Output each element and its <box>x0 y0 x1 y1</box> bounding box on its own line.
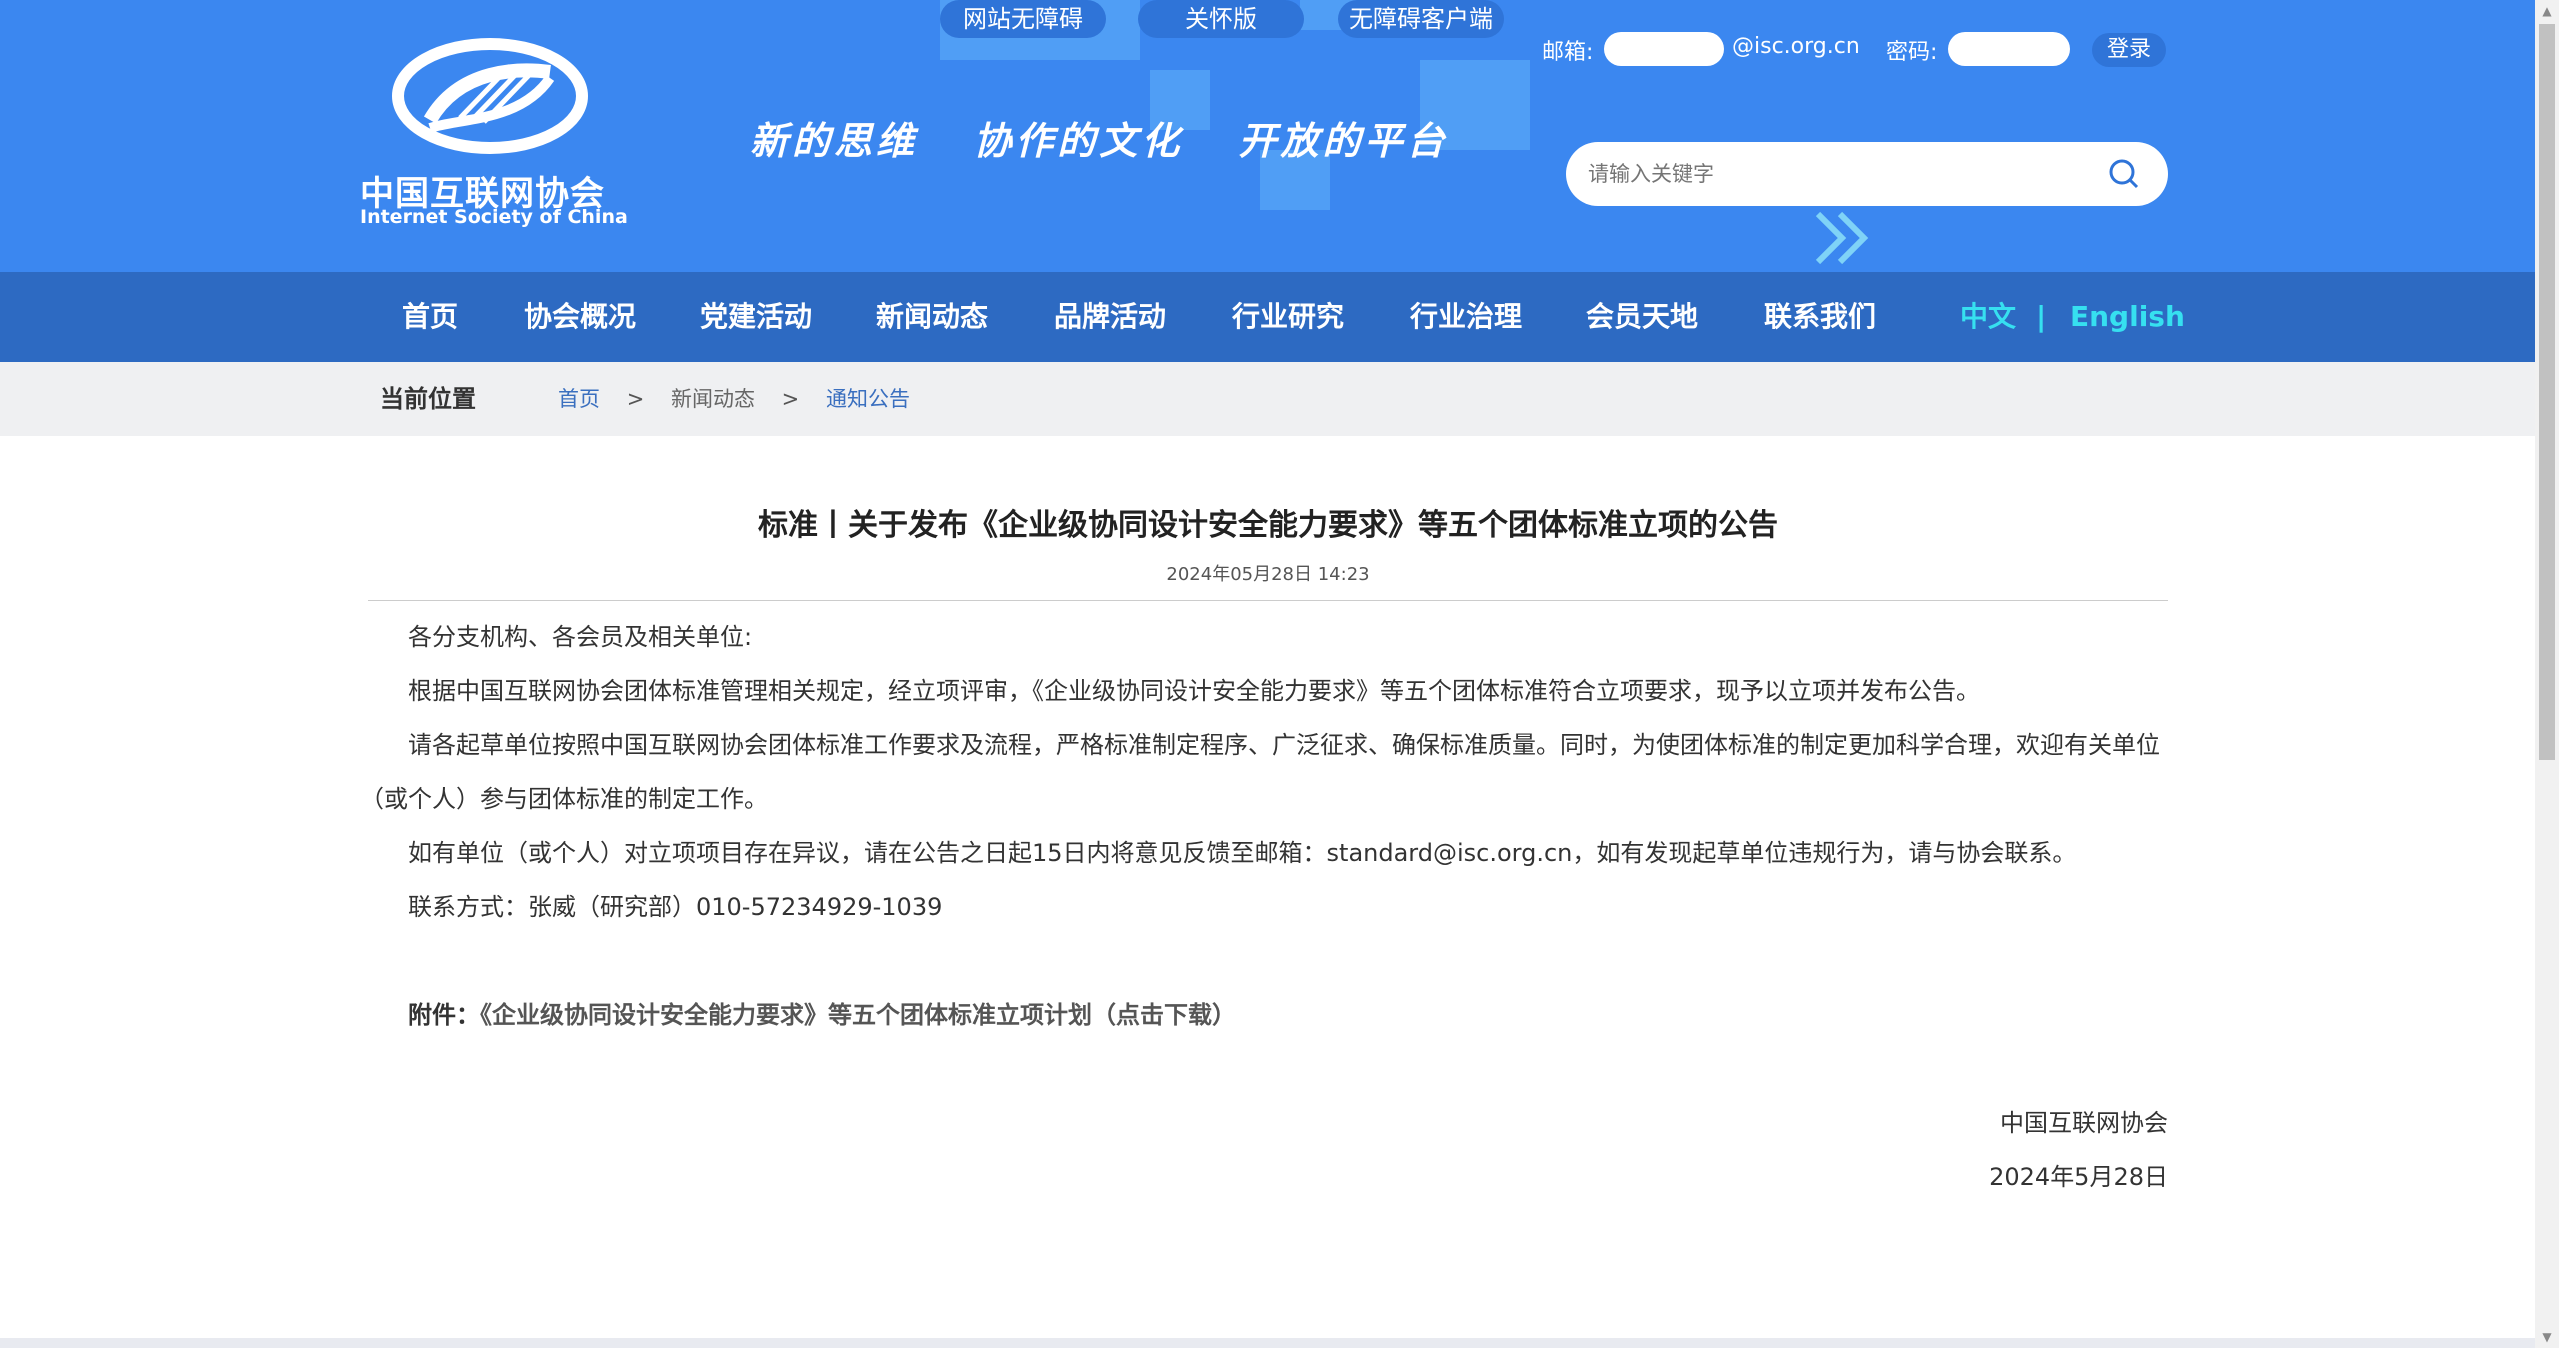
title-divider <box>368 600 2168 601</box>
email-field[interactable] <box>1604 32 1724 66</box>
nav-item-brand[interactable]: 品牌活动 <box>1054 272 1166 362</box>
scroll-down-icon[interactable]: ▼ <box>2535 1326 2559 1348</box>
lang-english[interactable]: English <box>2070 272 2185 362</box>
article-title: 标准丨关于发布《企业级协同设计安全能力要求》等五个团体标准立项的公告 <box>758 508 1778 543</box>
password-label: 密码: <box>1886 40 1938 65</box>
article-paragraph: 请各起草单位按照中国互联网协会团体标准工作要求及流程，严格标准制定程序、广泛征求… <box>360 731 2160 813</box>
signoff-date: 2024年5月28日 <box>1989 1163 2168 1191</box>
article-paragraph: 如有单位（或个人）对立项项目存在异议，请在公告之日起15日内将意见反馈至邮箱：s… <box>408 839 2077 867</box>
attachment: 附件：《企业级协同设计安全能力要求》等五个团体标准立项计划（点击下载） <box>360 988 2168 1042</box>
breadcrumb-bar: 当前位置 首页 > 新闻动态 > 通知公告 <box>0 362 2535 436</box>
main-nav: 首页 协会概况 党建活动 新闻动态 品牌活动 行业研究 行业治理 会员天地 联系… <box>0 272 2535 362</box>
nav-item-contact[interactable]: 联系我们 <box>1764 272 1876 362</box>
slogan-part: 开放的平台 <box>1238 118 1449 163</box>
bottom-strip <box>0 1338 2535 1348</box>
login-button[interactable]: 登录 <box>2092 33 2166 67</box>
article-body: 各分支机构、各会员及相关单位: 根据中国互联网协会团体标准管理相关规定，经立项评… <box>360 610 2168 1204</box>
slogan-part: 协作的文化 <box>973 118 1184 163</box>
site-logo[interactable]: 中国互联网协会 Internet Society of China <box>360 38 630 238</box>
article-date: 2024年05月28日 14:23 <box>1166 564 1370 585</box>
site-header: 中国互联网协会 Internet Society of China 新的思维 协… <box>0 0 2535 272</box>
isc-logo-icon <box>392 38 588 154</box>
lang-separator: | <box>2036 300 2047 333</box>
accessible-client-link[interactable]: 无障碍客户端 <box>1338 0 1504 38</box>
breadcrumb-news[interactable]: 新闻动态 <box>671 387 755 411</box>
email-domain: @isc.org.cn <box>1732 34 1860 59</box>
scroll-thumb[interactable] <box>2539 24 2555 760</box>
nav-item-news[interactable]: 新闻动态 <box>876 272 988 362</box>
nav-item-members[interactable]: 会员天地 <box>1586 272 1698 362</box>
chevron-right-icon <box>1815 211 1869 265</box>
search-input[interactable] <box>1588 154 2088 194</box>
nav-item-about[interactable]: 协会概况 <box>524 272 636 362</box>
nav-item-party[interactable]: 党建活动 <box>700 272 812 362</box>
breadcrumb: 首页 > 新闻动态 > 通知公告 <box>558 362 910 436</box>
nav-item-research[interactable]: 行业研究 <box>1232 272 1344 362</box>
search-box <box>1566 142 2168 206</box>
article-paragraph: 联系方式：张威（研究部）010-57234929-1039 <box>408 893 943 921</box>
email-label: 邮箱: <box>1542 40 1594 65</box>
page: 中国互联网协会 Internet Society of China 新的思维 协… <box>0 0 2535 1348</box>
slogan-part: 新的思维 <box>750 118 919 163</box>
breadcrumb-notices[interactable]: 通知公告 <box>826 387 910 411</box>
search-icon[interactable] <box>2106 156 2142 192</box>
lang-chinese[interactable]: 中文 <box>1960 272 2016 362</box>
breadcrumb-home[interactable]: 首页 <box>558 387 600 411</box>
page-scrollbar[interactable]: ▲ ▼ <box>2535 0 2559 1348</box>
article-paragraph: 各分支机构、各会员及相关单位: <box>408 623 753 651</box>
breadcrumb-separator: > <box>781 387 800 411</box>
attachment-download-link[interactable]: 《企业级协同设计安全能力要求》等五个团体标准立项计划（点击下载） <box>480 1001 1236 1029</box>
accessibility-link[interactable]: 网站无障碍 <box>940 0 1106 38</box>
password-field[interactable] <box>1948 32 2070 66</box>
attachment-label: 附件： <box>408 1001 480 1029</box>
site-slogan: 新的思维 协作的文化 开放的平台 <box>750 110 1487 165</box>
nav-item-home[interactable]: 首页 <box>402 272 458 362</box>
nav-item-governance[interactable]: 行业治理 <box>1410 272 1522 362</box>
article-paragraph: 根据中国互联网协会团体标准管理相关规定，经立项评审，《企业级协同设计安全能力要求… <box>408 677 1980 705</box>
logo-text-en: Internet Society of China <box>360 206 628 228</box>
breadcrumb-title: 当前位置 <box>380 385 476 413</box>
care-mode-link[interactable]: 关怀版 <box>1138 0 1304 38</box>
scroll-up-icon[interactable]: ▲ <box>2535 0 2559 22</box>
breadcrumb-separator: > <box>626 387 645 411</box>
signoff-org: 中国互联网协会 <box>2000 1109 2168 1137</box>
